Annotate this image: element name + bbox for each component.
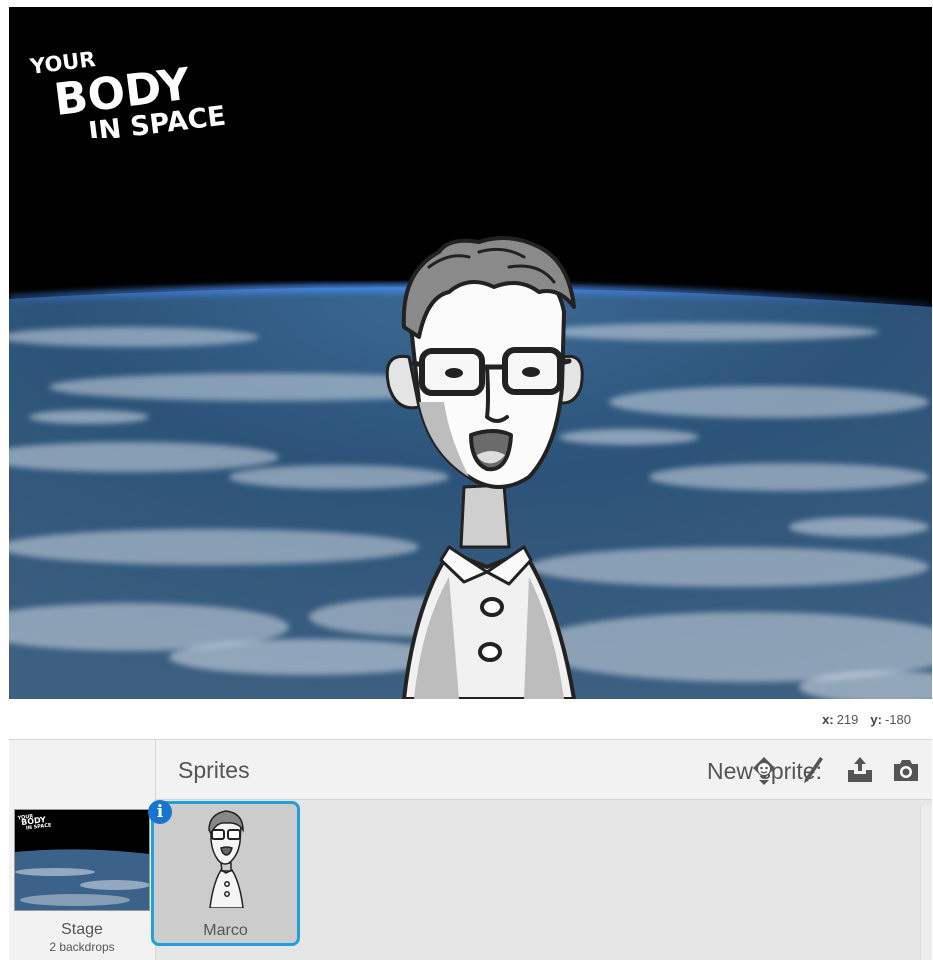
stage-thumbnail[interactable]: YOUR BODY IN SPACE	[14, 809, 150, 911]
stage-canvas[interactable]: YOUR BODY IN SPACE	[9, 7, 932, 699]
paintbrush-icon[interactable]	[796, 754, 828, 786]
info-icon[interactable]: i	[148, 800, 172, 824]
sprite-list-scrollbar[interactable]	[920, 806, 932, 960]
x-value: 219	[836, 712, 859, 727]
mouse-coordinates: x: 219 y: -180	[822, 712, 911, 727]
sprites-header: Sprites New sprite:	[156, 740, 932, 800]
sprites-title: Sprites	[178, 757, 250, 783]
your-body-in-space-logo: YOUR BODY IN SPACE	[28, 47, 228, 138]
stage-column[interactable]: YOUR BODY IN SPACE Stage 2 backdrops	[9, 740, 156, 960]
camera-icon[interactable]	[890, 754, 922, 786]
y-label: y:	[870, 712, 882, 727]
stage-label: Stage	[61, 921, 103, 938]
x-label: x:	[822, 712, 834, 727]
y-value: -180	[884, 712, 911, 727]
stage-backdrop-count: 2 backdrops	[49, 940, 115, 954]
sprite-tile-marco[interactable]: i Marco	[148, 800, 300, 946]
sprite-panel: YOUR BODY IN SPACE Stage 2 backdrops Sprit…	[9, 739, 932, 960]
sprite-library-icon[interactable]	[748, 754, 780, 786]
upload-icon[interactable]	[844, 754, 876, 786]
marco-thumbnail	[208, 810, 244, 908]
sprite-name: Marco	[203, 922, 248, 939]
